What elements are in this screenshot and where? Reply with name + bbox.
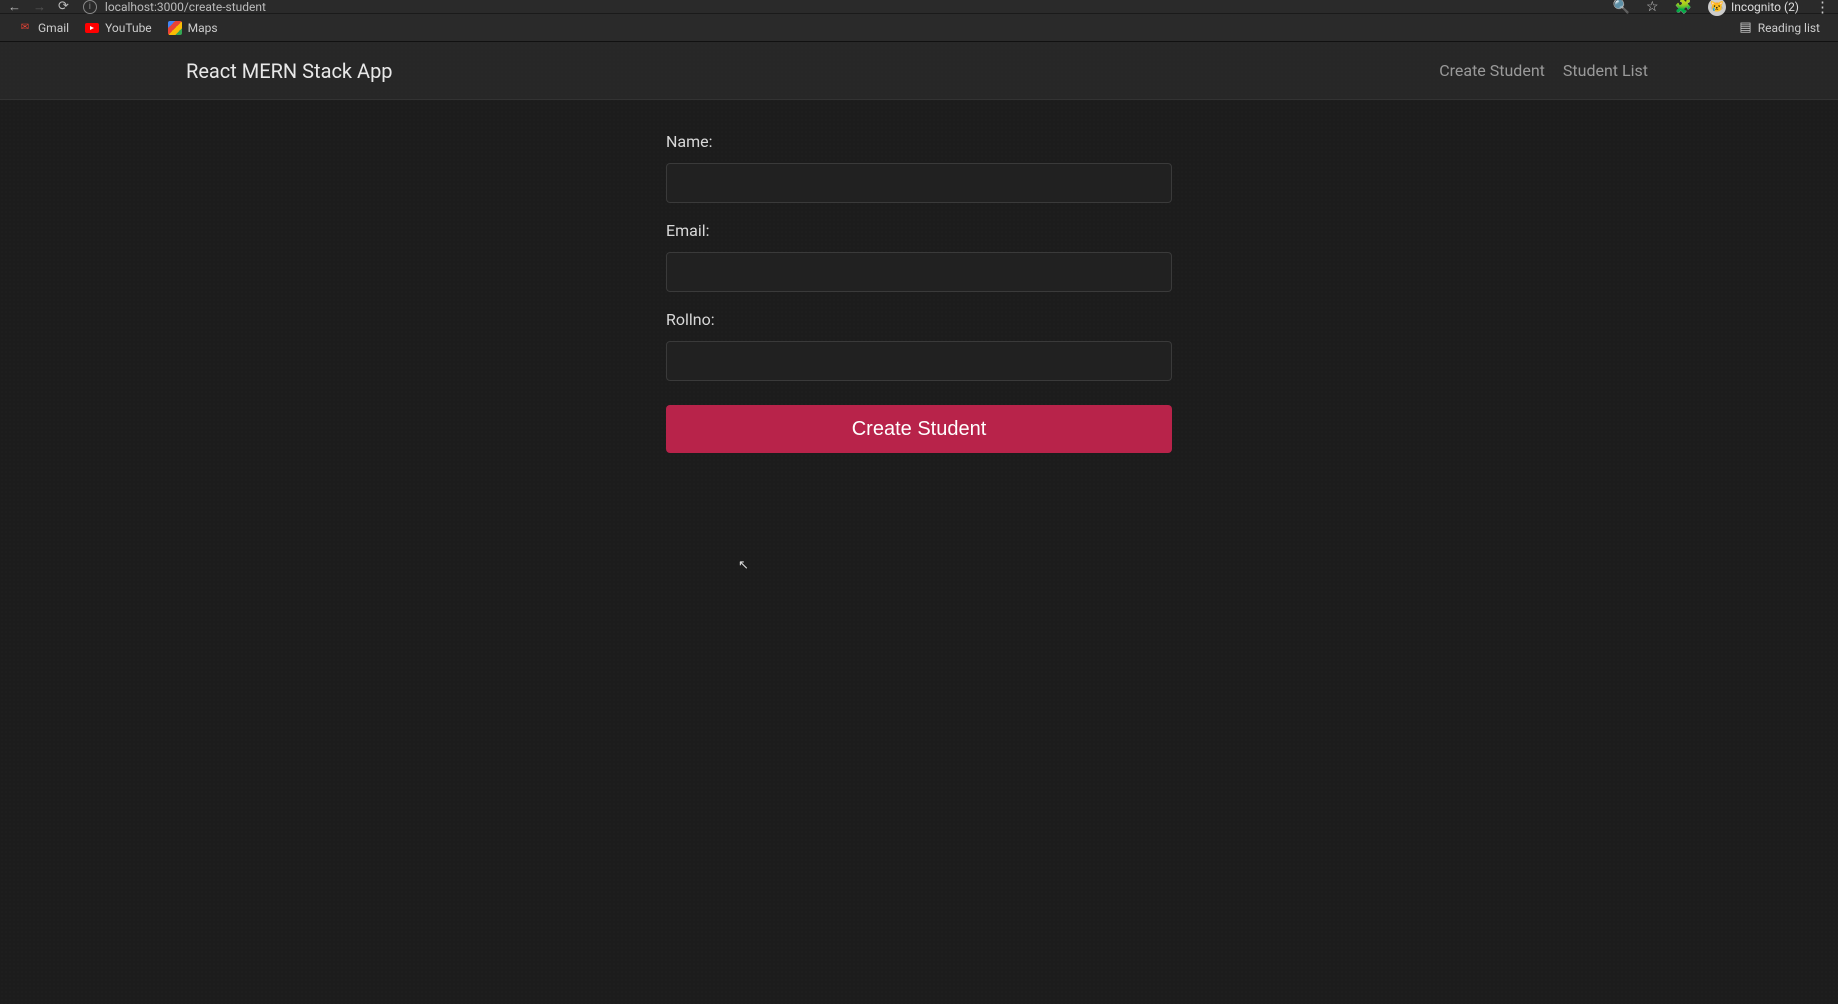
rollno-label: Rollno: — [666, 310, 1172, 329]
bookmark-maps-label: Maps — [188, 21, 218, 35]
reload-icon[interactable]: ⟳ — [58, 0, 69, 14]
form-group-name: Name: — [666, 132, 1172, 203]
create-student-button[interactable]: Create Student — [666, 405, 1172, 453]
site-info-icon[interactable]: i — [83, 0, 97, 14]
bookmark-maps[interactable]: Maps — [160, 18, 226, 38]
bookmark-gmail-label: Gmail — [38, 21, 69, 35]
app-title[interactable]: React MERN Stack App — [186, 59, 393, 83]
email-input[interactable] — [666, 252, 1172, 292]
nav-link-student-list[interactable]: Student List — [1563, 61, 1648, 80]
form-group-rollno: Rollno: — [666, 310, 1172, 381]
youtube-icon — [85, 21, 99, 35]
reading-list-label: Reading list — [1758, 21, 1820, 35]
browser-nav-buttons: ← → ⟳ — [8, 0, 69, 15]
app-navbar: React MERN Stack App Create Student Stud… — [0, 42, 1838, 100]
bookmarks-bar: ✉ Gmail YouTube Maps ▤ Reading list — [0, 14, 1838, 42]
rollno-input[interactable] — [666, 341, 1172, 381]
app-viewport: React MERN Stack App Create Student Stud… — [0, 42, 1838, 1004]
browser-toolbar-right: 🔍 ☆ 🧩 😿 Incognito (2) ⋮ — [1613, 0, 1830, 16]
nav-link-create-student[interactable]: Create Student — [1439, 61, 1545, 80]
bookmark-youtube-label: YouTube — [105, 21, 152, 35]
star-icon[interactable]: ☆ — [1646, 0, 1659, 15]
url-bar[interactable]: i localhost:3000/create-student — [83, 0, 1613, 14]
browser-toolbar: ← → ⟳ i localhost:3000/create-student 🔍 … — [0, 0, 1838, 14]
reading-list-button[interactable]: ▤ Reading list — [1731, 17, 1828, 38]
name-input[interactable] — [666, 163, 1172, 203]
create-student-form: Name: Email: Rollno: Create Student — [666, 132, 1172, 453]
zoom-icon[interactable]: 🔍 — [1613, 0, 1630, 15]
reading-list-icon: ▤ — [1739, 20, 1751, 35]
incognito-label: Incognito (2) — [1731, 0, 1799, 14]
bookmark-gmail[interactable]: ✉ Gmail — [10, 18, 77, 38]
name-label: Name: — [666, 132, 1172, 151]
extensions-icon[interactable]: 🧩 — [1675, 0, 1692, 15]
back-icon[interactable]: ← — [8, 0, 21, 15]
nav-links: Create Student Student List — [1439, 61, 1778, 80]
incognito-badge[interactable]: 😿 Incognito (2) — [1708, 0, 1799, 16]
forward-icon[interactable]: → — [33, 0, 46, 15]
incognito-icon: 😿 — [1708, 0, 1726, 16]
browser-menu-icon[interactable]: ⋮ — [1815, 0, 1830, 16]
bookmark-youtube[interactable]: YouTube — [77, 18, 160, 38]
maps-icon — [168, 21, 182, 35]
mouse-cursor-icon: ↖ — [738, 558, 749, 573]
gmail-icon: ✉ — [18, 21, 32, 35]
form-group-email: Email: — [666, 221, 1172, 292]
email-label: Email: — [666, 221, 1172, 240]
url-text: localhost:3000/create-student — [105, 0, 266, 14]
